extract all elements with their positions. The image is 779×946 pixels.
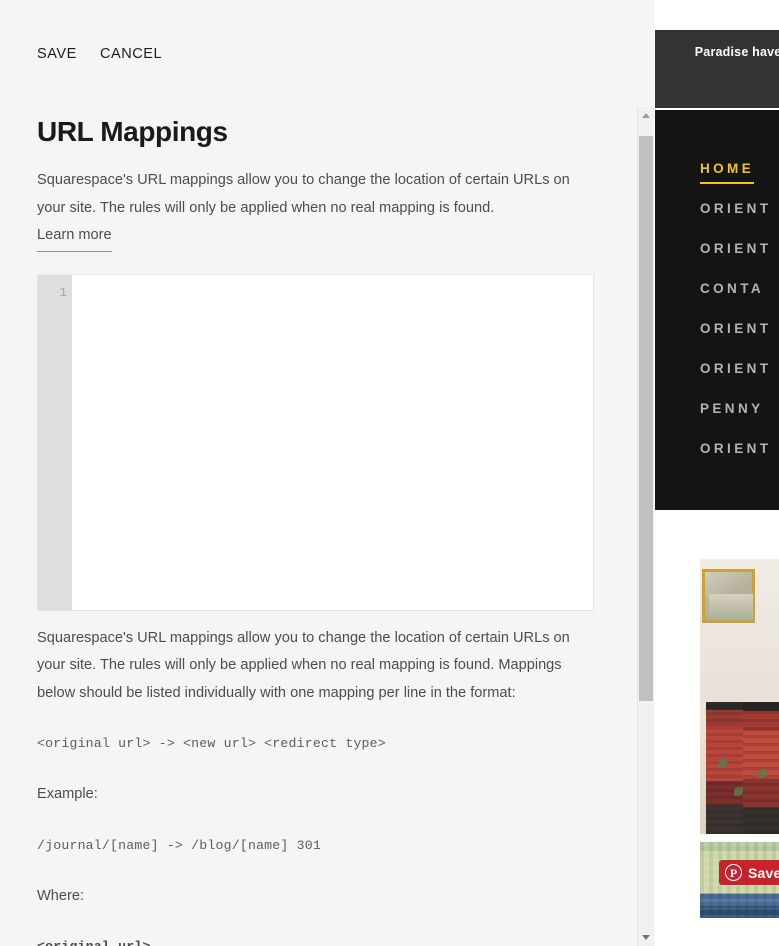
nav-item-1[interactable]: ORIENT bbox=[700, 198, 779, 220]
rug-motif bbox=[718, 759, 727, 768]
settings-content: URL Mappings Squarespace's URL mappings … bbox=[0, 107, 637, 946]
editor-gutter: 1 bbox=[38, 274, 72, 610]
settings-panel: SAVE CANCEL URL Mappings Squarespace's U… bbox=[0, 0, 654, 946]
where-label: Where: bbox=[37, 887, 85, 904]
editor-line-number: 1 bbox=[59, 284, 67, 300]
site-navigation: HOME ORIENT ORIENT CONTA ORIENT ORIENT P… bbox=[655, 110, 779, 510]
intro-description: Squarespace's URL mappings allow you to … bbox=[37, 172, 570, 216]
save-button[interactable]: SAVE bbox=[37, 45, 77, 63]
panel-scrollbar[interactable] bbox=[637, 107, 654, 946]
url-mappings-input[interactable] bbox=[72, 274, 593, 610]
url-mappings-screen: SAVE CANCEL URL Mappings Squarespace's U… bbox=[0, 0, 779, 946]
nav-item-4[interactable]: ORIENT bbox=[700, 318, 779, 340]
rug-fringe bbox=[700, 702, 706, 834]
announcement-bar[interactable]: Paradise have any bbox=[655, 30, 779, 108]
scroll-down-arrow-button[interactable] bbox=[638, 929, 654, 946]
rug-motif bbox=[734, 787, 743, 796]
nav-item-5[interactable]: ORIENT bbox=[700, 358, 779, 380]
triangle-down-icon bbox=[642, 935, 650, 940]
site-preview-panel[interactable]: Paradise have any HOME ORIENT ORIENT CON… bbox=[654, 0, 779, 946]
cancel-button[interactable]: CANCEL bbox=[100, 45, 162, 63]
nav-item-7[interactable]: ORIENT bbox=[700, 438, 779, 460]
help-paragraph-format: Squarespace's URL mappings allow you to … bbox=[37, 629, 570, 701]
url-mappings-code-editor[interactable]: 1 bbox=[37, 273, 594, 611]
rolled-rug-left bbox=[700, 702, 744, 834]
rug-motif bbox=[758, 769, 767, 778]
page-title: URL Mappings bbox=[37, 116, 228, 147]
help-description-block: Squarespace's URL mappings allow you to … bbox=[37, 625, 600, 946]
framed-artwork bbox=[702, 569, 755, 623]
framed-artwork-inner bbox=[709, 594, 753, 620]
nav-item-home[interactable]: HOME bbox=[700, 158, 755, 184]
pinterest-save-label: Save bbox=[748, 864, 779, 881]
scroll-up-arrow-button[interactable] bbox=[638, 107, 654, 124]
panel-toolbar: SAVE CANCEL bbox=[0, 0, 654, 107]
nav-item-contact[interactable]: CONTA bbox=[700, 278, 779, 300]
pinterest-save-button[interactable]: P Save bbox=[719, 860, 779, 885]
format-syntax-line: <original url> -> <new url> <redirect ty… bbox=[37, 736, 386, 751]
announcement-text: Paradise have any bbox=[694, 45, 779, 59]
nav-item-penny[interactable]: PENNY bbox=[700, 398, 779, 420]
settings-scroll-region[interactable]: URL Mappings Squarespace's URL mappings … bbox=[0, 107, 637, 946]
learn-more-link[interactable]: Learn more bbox=[37, 222, 112, 252]
scrollbar-thumb[interactable] bbox=[639, 136, 653, 701]
rolled-rug-right bbox=[743, 702, 779, 834]
rug-photo-interior[interactable] bbox=[700, 559, 779, 834]
example-syntax-line: /journal/[name] -> /blog/[name] 301 bbox=[37, 837, 321, 853]
term-original-url: <original url> bbox=[37, 936, 600, 946]
triangle-up-icon bbox=[642, 113, 650, 118]
nav-item-2[interactable]: ORIENT bbox=[700, 238, 779, 260]
example-label: Example: bbox=[37, 786, 98, 802]
pinterest-icon: P bbox=[725, 864, 742, 881]
site-preview-body: P Save bbox=[655, 510, 779, 946]
rug-photo-pattern[interactable]: P Save bbox=[700, 842, 779, 918]
